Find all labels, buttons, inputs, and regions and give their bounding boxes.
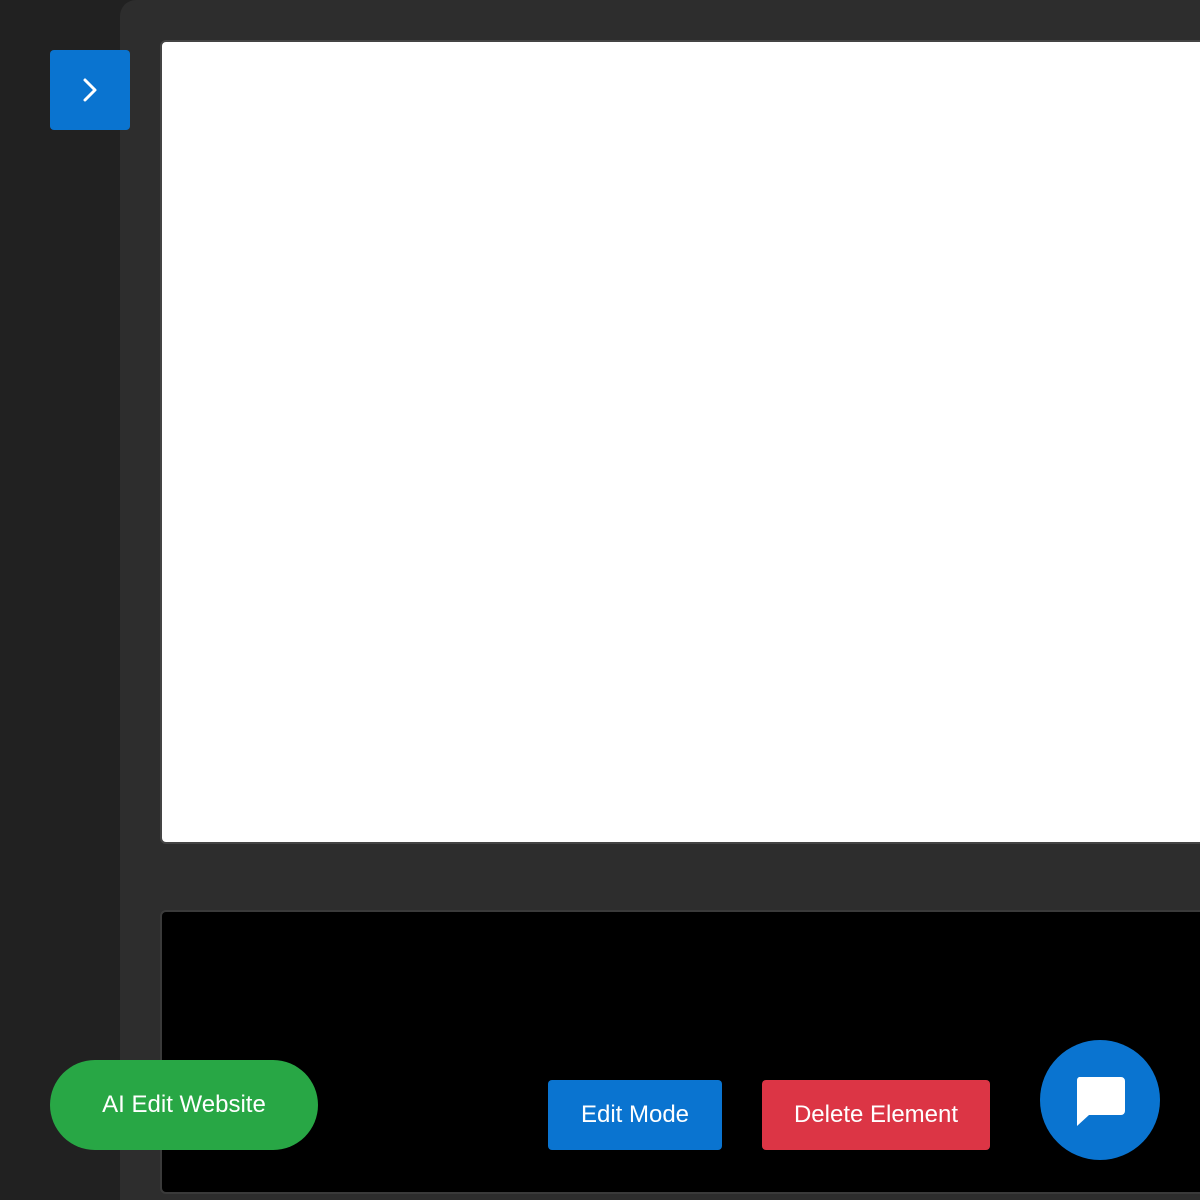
website-preview-frame[interactable]	[160, 40, 1200, 844]
ai-edit-website-label: AI Edit Website	[102, 1091, 266, 1118]
ai-edit-website-button[interactable]: AI Edit Website	[50, 1060, 318, 1150]
delete-element-button[interactable]: Delete Element	[762, 1080, 990, 1150]
chevron-right-icon	[78, 76, 102, 104]
left-rail	[0, 0, 120, 1200]
edit-mode-label: Edit Mode	[580, 1101, 690, 1128]
code-editor-panel[interactable]	[160, 910, 1200, 1194]
edit-mode-button[interactable]: Edit Mode	[548, 1080, 722, 1150]
sidebar-toggle-button[interactable]	[50, 50, 130, 130]
delete-element-label: Delete Element	[793, 1101, 959, 1128]
chat-button[interactable]	[1040, 1040, 1160, 1160]
chat-bubble-icon	[1073, 1073, 1127, 1127]
